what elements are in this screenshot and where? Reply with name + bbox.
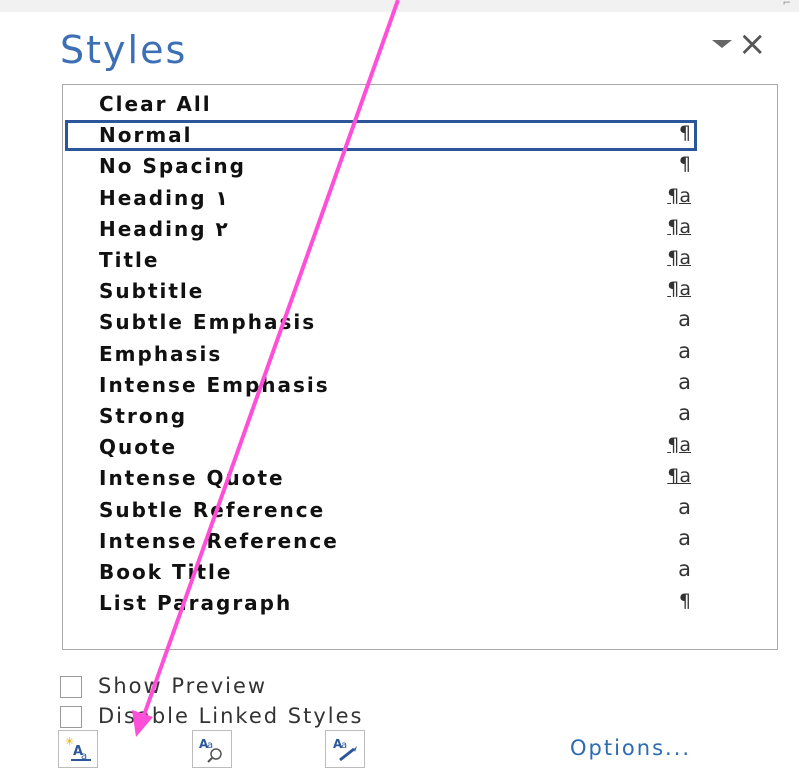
show-preview-label: Show Preview [98, 674, 268, 698]
show-preview-checkbox[interactable] [60, 676, 82, 698]
style-item[interactable]: Heading ٢ ¶a [65, 214, 697, 245]
character-style-icon: a [678, 494, 691, 519]
character-style-icon: a [678, 557, 691, 581]
top-strip: ⌐ [0, 0, 799, 12]
options-link[interactable]: Options... [570, 736, 691, 760]
style-item[interactable]: Normal ¶ [65, 120, 697, 152]
style-name: Subtitle [99, 279, 205, 304]
manage-styles-button[interactable]: A a [325, 730, 365, 768]
style-inspector-icon: A a [199, 737, 222, 763]
style-name: Strong [99, 404, 188, 428]
linked-style-icon: ¶a [667, 247, 691, 269]
style-item[interactable]: Strong a [65, 401, 697, 432]
style-name: Heading ٢ [99, 216, 228, 241]
close-icon[interactable]: × [738, 26, 767, 62]
style-item[interactable]: Intense Reference a [65, 526, 697, 557]
paragraph-style-icon: ¶ [678, 122, 691, 145]
style-name: Emphasis [99, 341, 223, 366]
paragraph-style-icon: ¶ [678, 590, 691, 613]
style-item[interactable]: Heading ١ ¶a [65, 183, 697, 214]
linked-style-icon: ¶a [667, 184, 691, 207]
linked-style-icon: ¶a [667, 465, 691, 488]
style-name: Subtle Reference [99, 497, 326, 522]
style-item[interactable]: Emphasis a [65, 339, 697, 370]
character-style-icon: a [678, 338, 691, 363]
style-name: Clear All [99, 92, 212, 116]
linked-style-icon: ¶a [667, 278, 691, 301]
linked-style-icon: ¶a [667, 215, 691, 238]
style-name: Quote [99, 435, 178, 460]
style-item[interactable]: Clear All [65, 89, 697, 120]
style-item[interactable]: Subtle Reference a [65, 495, 697, 526]
style-item[interactable]: Title ¶a [65, 245, 697, 276]
style-list[interactable]: Clear All Normal ¶ No Spacing ¶ Heading ١ ¶a He… [62, 84, 778, 650]
manage-styles-icon: A a [333, 737, 357, 762]
style-inspector-button[interactable]: A a [192, 730, 232, 768]
style-name: Normal [99, 123, 193, 148]
character-style-icon: a [678, 369, 691, 394]
style-item[interactable]: Subtitle ¶a [65, 276, 697, 307]
style-name: Title [99, 248, 160, 272]
disable-linked-styles-checkbox[interactable] [60, 706, 82, 728]
style-name: Subtle Emphasis [99, 310, 317, 335]
dropdown-arrow-icon[interactable] [712, 40, 732, 48]
style-item[interactable]: Quote ¶a [65, 432, 697, 463]
disable-linked-styles-label: Disable Linked Styles [98, 704, 364, 728]
paragraph-style-icon: ¶ [678, 153, 691, 176]
style-name: Book Title [99, 560, 233, 584]
style-name: List Paragraph [99, 591, 293, 616]
style-item[interactable]: Intense Emphasis a [65, 370, 697, 401]
character-style-icon: a [678, 401, 691, 425]
style-item[interactable]: Subtle Emphasis a [65, 307, 697, 338]
new-style-icon: ✳ A a [65, 735, 91, 762]
style-item[interactable]: Intense Quote ¶a [65, 463, 697, 494]
svg-text:a: a [341, 740, 347, 751]
linked-style-icon: ¶a [667, 434, 691, 457]
style-name: Intense Reference [99, 528, 339, 553]
style-name: Heading ١ [99, 185, 228, 210]
svg-text:a: a [207, 740, 213, 751]
style-name: No Spacing [99, 154, 246, 179]
style-item[interactable]: List Paragraph ¶ [65, 588, 697, 619]
corner-mark: ⌐ [782, 0, 791, 9]
pane-title: Styles [60, 28, 188, 72]
style-name: Intense Quote [99, 466, 285, 491]
new-style-button[interactable]: ✳ A a [58, 730, 98, 768]
style-item[interactable]: Book Title a [65, 557, 697, 588]
style-name: Intense Emphasis [99, 372, 330, 397]
character-style-icon: a [678, 307, 691, 332]
character-style-icon: a [678, 525, 691, 550]
style-item[interactable]: No Spacing ¶ [65, 151, 697, 182]
